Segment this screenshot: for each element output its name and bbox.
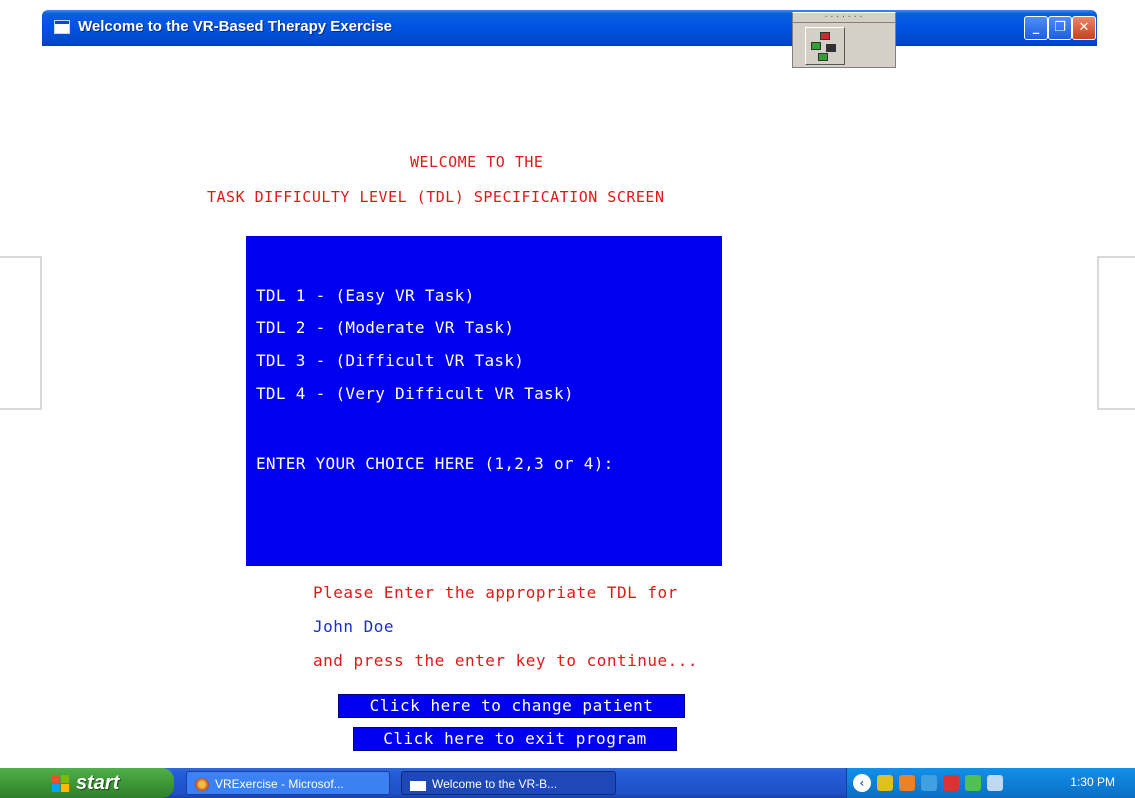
heading-line-1: WELCOME TO THE bbox=[410, 153, 544, 171]
tdl-option-2: TDL 2 - (Moderate VR Task) bbox=[256, 318, 515, 337]
system-tray: ‹ 1:30 PM bbox=[846, 768, 1135, 798]
heading-line-2: TASK DIFFICULTY LEVEL (TDL) SPECIFICATIO… bbox=[207, 188, 665, 206]
tdl-option-4: TDL 4 - (Very Difficult VR Task) bbox=[256, 384, 574, 403]
window-icon bbox=[54, 20, 70, 34]
taskbar: start VRExercise - Microsof... Welcome t… bbox=[0, 768, 1135, 798]
tray-update-icon[interactable] bbox=[965, 775, 981, 791]
vb-app-icon bbox=[195, 778, 209, 792]
patient-name: John Doe bbox=[313, 617, 395, 636]
chevron-left-icon[interactable]: ‹ bbox=[853, 774, 871, 792]
tray-monitor-icon[interactable] bbox=[921, 775, 937, 791]
windows-logo-icon bbox=[52, 775, 69, 792]
taskbar-item-label: VRExercise - Microsof... bbox=[215, 777, 344, 791]
watermark-left bbox=[0, 256, 42, 410]
window-icon bbox=[410, 778, 426, 792]
instruction-line-1: Please Enter the appropriate TDL for bbox=[313, 583, 678, 602]
tray-app-icon[interactable] bbox=[877, 775, 893, 791]
taskbar-item-label: Welcome to the VR-B... bbox=[432, 777, 558, 791]
start-label: start bbox=[76, 772, 120, 794]
change-patient-button[interactable]: Click here to change patient bbox=[338, 694, 685, 718]
instruction-line-3: and press the enter key to continue... bbox=[313, 651, 699, 670]
grip-handle-icon[interactable]: ······· bbox=[793, 13, 895, 23]
taskbar-item-welcome[interactable]: Welcome to the VR-B... bbox=[401, 771, 616, 795]
tdl-option-1: TDL 1 - (Easy VR Task) bbox=[256, 286, 475, 305]
tray-shield-icon[interactable] bbox=[943, 775, 959, 791]
exit-program-button[interactable]: Click here to exit program bbox=[353, 727, 677, 751]
network-node-icon bbox=[820, 32, 830, 40]
network-tool-button[interactable] bbox=[805, 27, 845, 65]
tdl-option-3: TDL 3 - (Difficult VR Task) bbox=[256, 351, 525, 370]
watermark-right bbox=[1097, 256, 1135, 410]
maximize-button[interactable]: ❐ bbox=[1048, 16, 1072, 40]
network-node-icon bbox=[811, 42, 821, 50]
network-node-icon bbox=[826, 44, 836, 52]
tdl-options-panel: TDL 1 - (Easy VR Task) TDL 2 - (Moderate… bbox=[246, 236, 722, 566]
close-button[interactable]: ✕ bbox=[1072, 16, 1096, 40]
minimize-button[interactable]: _ bbox=[1024, 16, 1048, 40]
clock[interactable]: 1:30 PM bbox=[1070, 775, 1115, 789]
window-title: Welcome to the VR-Based Therapy Exercise bbox=[78, 18, 393, 35]
network-node-icon bbox=[818, 53, 828, 61]
choice-prompt[interactable]: ENTER YOUR CHOICE HERE (1,2,3 or 4): bbox=[256, 454, 614, 473]
tray-volume-icon[interactable] bbox=[987, 775, 1003, 791]
floating-tool-widget[interactable]: ······· bbox=[792, 12, 896, 68]
tray-network-icon[interactable] bbox=[899, 775, 915, 791]
start-button[interactable]: start bbox=[0, 768, 174, 798]
title-bar[interactable]: Welcome to the VR-Based Therapy Exercise… bbox=[42, 10, 1097, 46]
taskbar-item-vrexercise[interactable]: VRExercise - Microsof... bbox=[186, 771, 390, 795]
